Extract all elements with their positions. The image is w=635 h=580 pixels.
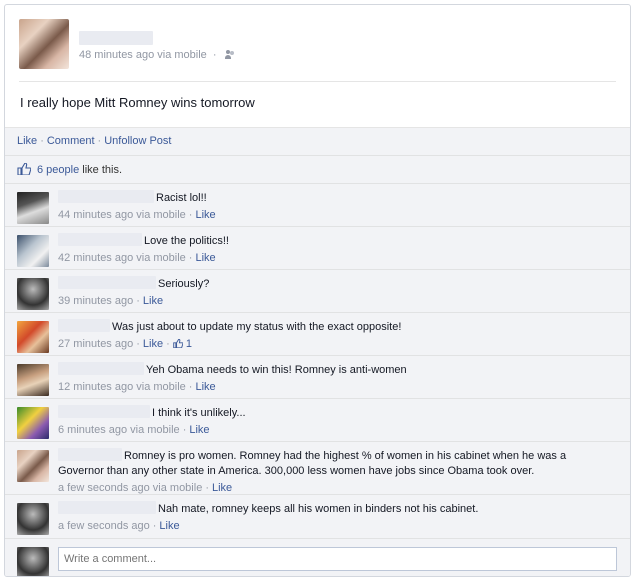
comment-like-link[interactable]: Like (143, 295, 163, 307)
thumbs-up-icon (17, 163, 31, 175)
comment-item: Racist lol!! 44 minutes ago via mobile · L… (5, 183, 630, 227)
comment-timestamp[interactable]: 6 minutes ago via mobile (58, 424, 180, 436)
commenter-name-redacted[interactable] (58, 190, 154, 203)
story-card: 48 minutes ago via mobile · I really hop… (4, 4, 631, 577)
comment-text: Nah mate, romney keeps all his women in … (158, 503, 479, 515)
comment-timestamp[interactable]: 44 minutes ago via mobile (58, 209, 186, 221)
comment-like-link[interactable]: Like (195, 252, 215, 264)
commenter-name-redacted[interactable] (58, 448, 122, 461)
comment-text: Seriously? (158, 278, 210, 290)
friends-icon[interactable] (224, 50, 235, 59)
comment-item: Seriously? 39 minutes ago · Like (5, 269, 630, 313)
comment-link[interactable]: Comment (47, 135, 95, 147)
post-text: I really hope Mitt Romney wins tomorrow (20, 95, 255, 110)
commenter-name-redacted[interactable] (58, 276, 156, 289)
comment-text: I think it's unlikely... (152, 407, 246, 419)
comment-timestamp[interactable]: 42 minutes ago via mobile (58, 252, 186, 264)
commenter-avatar[interactable] (17, 278, 49, 310)
likes-summary: 6 people like this. (5, 155, 630, 184)
comment-timestamp[interactable]: 39 minutes ago (58, 295, 133, 307)
comment-item: Yeh Obama needs to win this! Romney is a… (5, 355, 630, 399)
comment-timestamp[interactable]: a few seconds ago via mobile (58, 482, 202, 494)
commenter-avatar[interactable] (17, 503, 49, 535)
comment-item: Romney is pro women. Romney had the high… (5, 441, 630, 495)
commenter-avatar[interactable] (17, 192, 49, 224)
comment-like-link[interactable]: Like (159, 520, 179, 532)
post-timestamp[interactable]: 48 minutes ago (79, 49, 154, 61)
comment-like-link[interactable]: Like (195, 381, 215, 393)
comment-like-link[interactable]: Like (212, 482, 232, 494)
like-link[interactable]: Like (17, 135, 37, 147)
likers-link[interactable]: 6 people (37, 164, 79, 176)
comment-like-link[interactable]: Like (143, 338, 163, 350)
action-links: Like · Comment · Unfollow Post (17, 135, 172, 147)
comment-text: Racist lol!! (156, 192, 207, 204)
commenter-name-redacted[interactable] (58, 405, 150, 418)
current-user-avatar (17, 547, 49, 576)
commenter-name-redacted[interactable] (58, 501, 156, 514)
post-via: via mobile (157, 49, 207, 61)
comment-text: Was just about to update my status with … (112, 321, 402, 333)
feedback-panel: Like · Comment · Unfollow Post 6 people like… (5, 127, 630, 576)
comment-item: Nah mate, romney keeps all his women in … (5, 494, 630, 539)
comment-timestamp[interactable]: 27 minutes ago (58, 338, 133, 350)
commenter-avatar[interactable] (17, 321, 49, 353)
comment-like-count[interactable]: 1 (186, 338, 192, 350)
comment-text: Love the politics!! (144, 235, 229, 247)
comment-like-link[interactable]: Like (195, 209, 215, 221)
author-avatar[interactable] (19, 19, 69, 69)
comment-text: Romney is pro women. Romney had the high… (58, 450, 567, 477)
comment-input[interactable] (58, 547, 617, 571)
comment-item: Love the politics!! 42 minutes ago via m… (5, 226, 630, 270)
commenter-name-redacted[interactable] (58, 319, 110, 332)
thumbs-up-icon[interactable] (173, 339, 183, 348)
comment-timestamp[interactable]: 12 minutes ago via mobile (58, 381, 186, 393)
comment-composer (5, 538, 630, 576)
commenter-avatar[interactable] (17, 364, 49, 396)
post-meta: 48 minutes ago via mobile · (79, 49, 235, 61)
header-divider (19, 81, 616, 82)
comment-item: I think it's unlikely... 6 minutes ago v… (5, 398, 630, 442)
author-name-redacted[interactable] (79, 31, 153, 45)
comment-timestamp[interactable]: a few seconds ago (58, 520, 150, 532)
commenter-name-redacted[interactable] (58, 362, 144, 375)
comment-text: Yeh Obama needs to win this! Romney is a… (146, 364, 407, 376)
commenter-avatar[interactable] (17, 235, 49, 267)
likes-suffix: like this. (82, 164, 123, 176)
commenter-avatar[interactable] (17, 407, 49, 439)
comment-item: Was just about to update my status with … (5, 312, 630, 356)
unfollow-post-link[interactable]: Unfollow Post (104, 135, 171, 147)
commenter-avatar[interactable] (17, 450, 49, 482)
comment-like-link[interactable]: Like (189, 424, 209, 436)
commenter-name-redacted[interactable] (58, 233, 142, 246)
separator: · (212, 49, 217, 61)
